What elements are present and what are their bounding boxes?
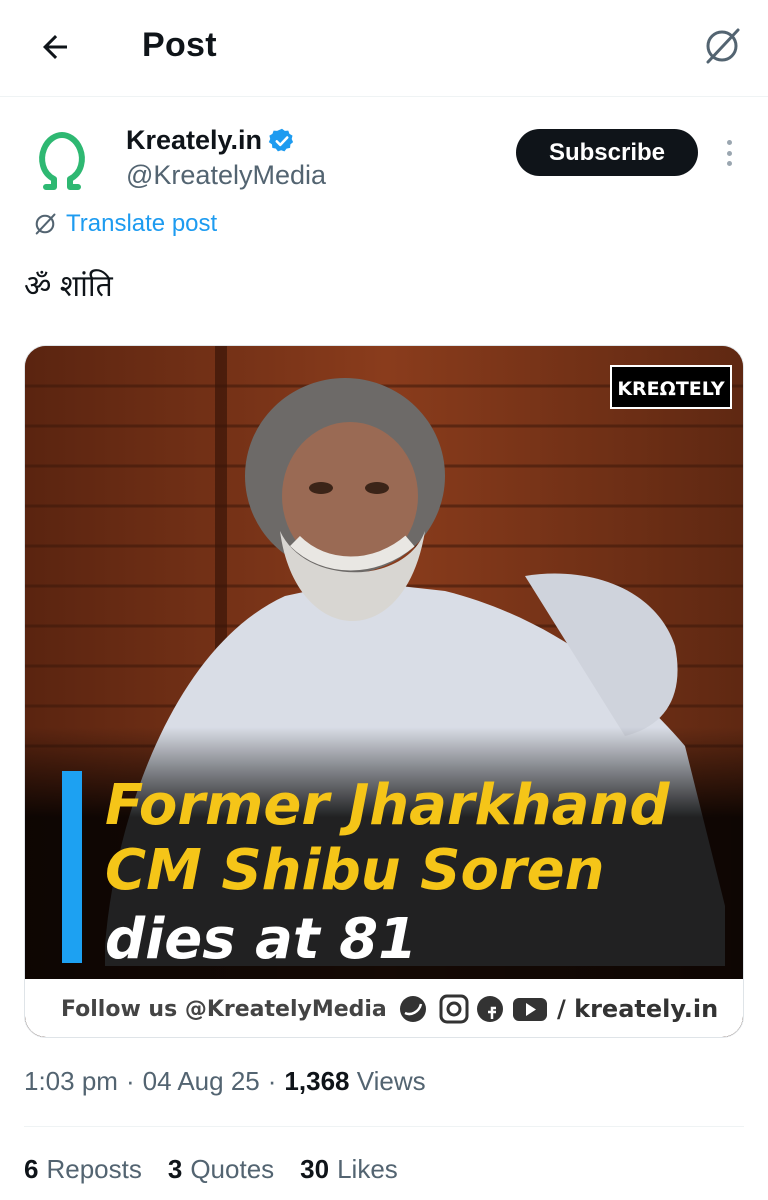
page-title: Post [142,26,217,64]
likes-label: Likes [337,1154,398,1184]
youtube-icon [513,998,547,1021]
meta-separator: · [125,1066,135,1096]
more-dot-icon [726,161,732,166]
verified-badge-icon [268,128,294,151]
more-dot-icon [726,140,732,145]
footer-follow-text: Follow us @KreatelyMedia [61,997,387,1022]
reposts-count: 6 [24,1154,39,1184]
reposts-label: Reposts [46,1154,142,1184]
omega-logo-icon [39,132,85,190]
post-time[interactable]: 1:03 pm [24,1066,118,1097]
author-name-text: Kreately.in [126,125,263,155]
avatar[interactable] [24,122,100,198]
reposts-stat[interactable]: 6 Reposts [24,1154,142,1185]
more-dot-icon [726,150,732,156]
post-text: ॐ शांति [24,270,113,303]
quotes-label: Quotes [190,1154,275,1184]
author-handle[interactable]: @KreatelyMedia [126,160,326,191]
translate-post-label: Translate post [66,210,218,237]
post-meta: 1:03 pm · 04 Aug 25 · 1,368 Views [24,1066,426,1097]
engagement-stats: 6 Reposts 3 Quotes 30 Likes [24,1154,398,1185]
watermark-text: KREΩTELY [617,378,725,400]
views-count: 1,368 [284,1066,350,1096]
views-label: Views [356,1066,426,1096]
divider [24,1126,744,1127]
footer-site-text: / kreately.in [557,995,718,1023]
headline-line-3: dies at 81 [105,907,417,972]
grok-icon [35,213,56,235]
top-bar: Post [0,0,768,97]
subscribe-button[interactable]: Subscribe [516,129,698,176]
more-options-button[interactable] [716,136,742,170]
post-date[interactable]: 04 Aug 25 [143,1066,260,1097]
meta-separator: · [267,1066,277,1096]
post-media-image[interactable]: KREΩTELY Former Jharkhand CM Shibu Soren… [24,345,744,1038]
translate-post-link[interactable]: Translate post [32,210,217,238]
grok-button[interactable] [694,18,750,74]
media-illustration: KREΩTELY Former Jharkhand CM Shibu Soren… [25,346,743,1037]
grok-icon [706,28,740,64]
back-button[interactable] [30,22,80,72]
likes-stat[interactable]: 30 Likes [300,1154,398,1185]
author-display-name[interactable]: Kreately.in [126,125,296,156]
quotes-stat[interactable]: 3 Quotes [168,1154,274,1185]
twitter-icon [400,996,426,1022]
headline-line-1: Former Jharkhand [105,773,670,838]
views-stat: 1,368 Views [284,1066,425,1097]
headline-line-2: CM Shibu Soren [105,838,604,903]
quotes-count: 3 [167,1154,183,1184]
arrow-left-icon [43,35,67,59]
facebook-icon [477,996,503,1022]
likes-count: 30 [300,1154,330,1184]
